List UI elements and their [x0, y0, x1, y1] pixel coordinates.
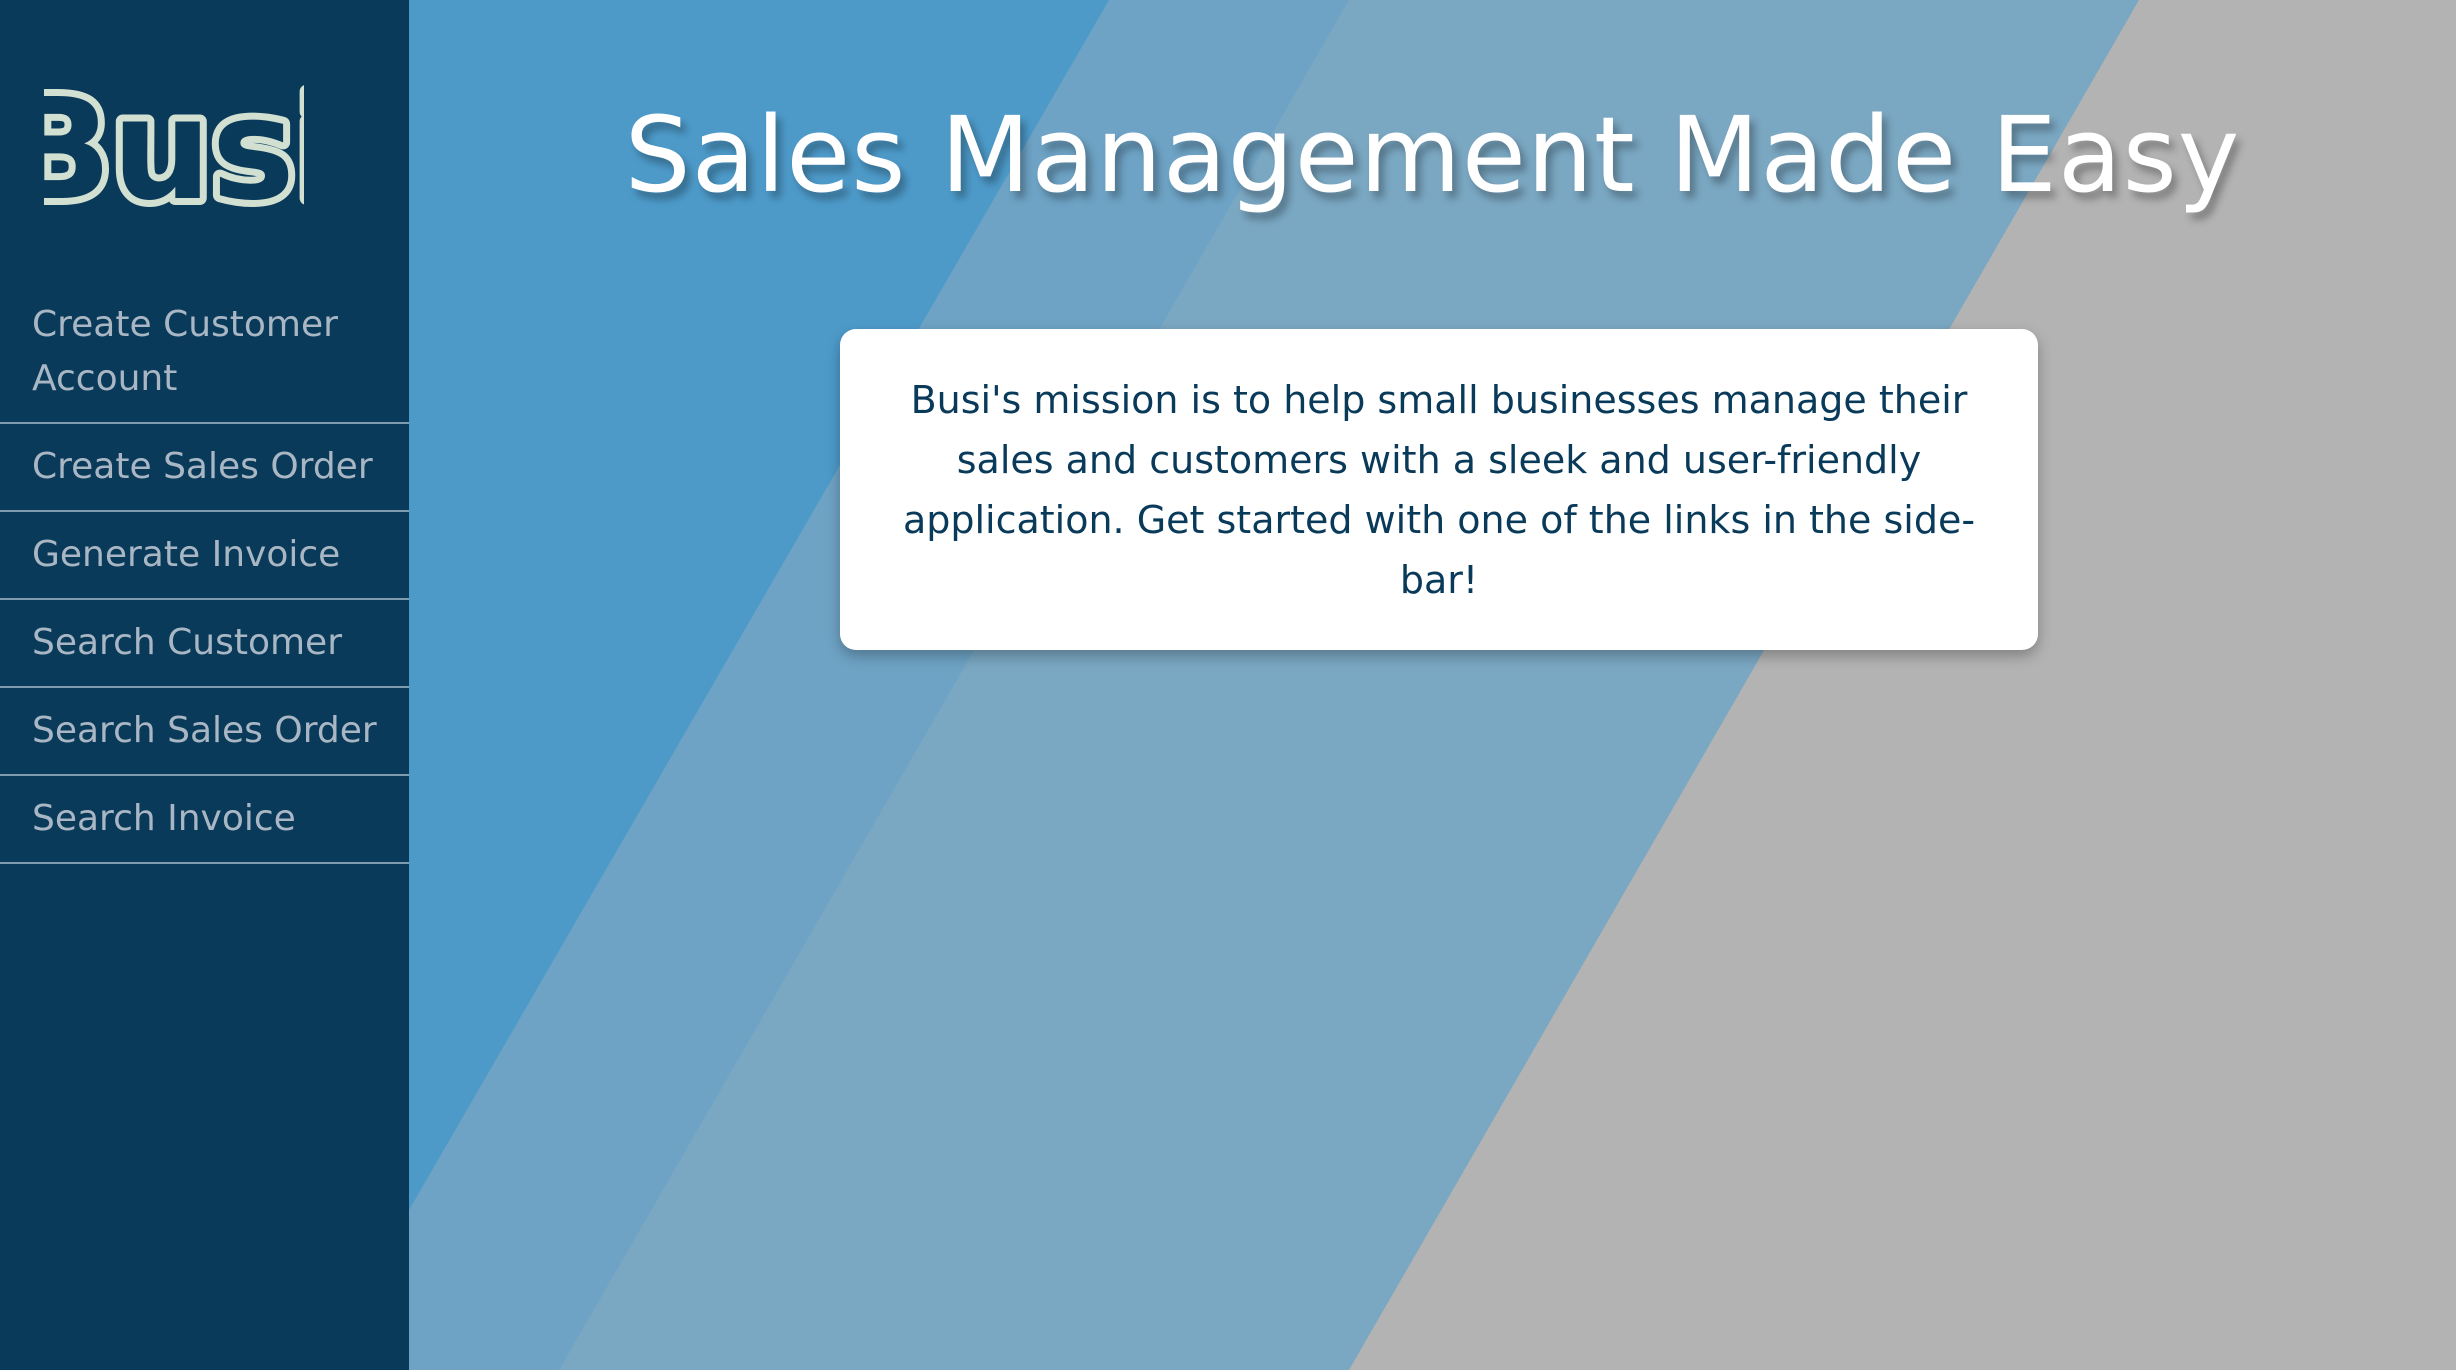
- sidebar-item-search-customer[interactable]: Search Customer: [0, 600, 409, 688]
- busi-logo[interactable]: Busi: [44, 70, 304, 230]
- sidebar: Busi Create Customer Account Create Sale…: [0, 0, 409, 1370]
- sidebar-item-label: Create Sales Order: [32, 446, 373, 487]
- sidebar-item-label: Generate Invoice: [32, 534, 341, 575]
- page-title: Sales Management Made Easy: [624, 94, 2241, 216]
- sidebar-item-search-sales-order[interactable]: Search Sales Order: [0, 688, 409, 776]
- sidebar-item-label: Search Invoice: [32, 798, 296, 839]
- sidebar-item-search-invoice[interactable]: Search Invoice: [0, 776, 409, 864]
- sidebar-nav: Create Customer Account Create Sales Ord…: [0, 282, 409, 864]
- app-root: Busi Create Customer Account Create Sale…: [0, 0, 2456, 1370]
- sidebar-item-create-customer-account[interactable]: Create Customer Account: [0, 282, 409, 424]
- sidebar-item-create-sales-order[interactable]: Create Sales Order: [0, 424, 409, 512]
- sidebar-item-label: Search Customer: [32, 622, 342, 663]
- mission-card: Busi's mission is to help small business…: [840, 329, 2038, 650]
- logo-text: Busi: [44, 70, 304, 230]
- mission-text: Busi's mission is to help small business…: [902, 377, 1976, 602]
- sidebar-item-label: Search Sales Order: [32, 710, 377, 751]
- sidebar-item-label: Create Customer Account: [32, 304, 338, 399]
- sidebar-item-generate-invoice[interactable]: Generate Invoice: [0, 512, 409, 600]
